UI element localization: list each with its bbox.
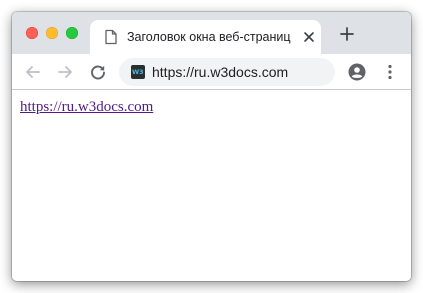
tab-strip: Заголовок окна веб-страниц (12, 12, 411, 54)
page-link[interactable]: https://ru.w3docs.com (20, 98, 153, 116)
site-favicon: W3 (131, 65, 145, 79)
tab-active[interactable]: Заголовок окна веб-страниц (90, 20, 321, 54)
browser-window: Заголовок окна веб-страниц W3 https://ru… (12, 12, 411, 281)
address-bar[interactable]: W3 https://ru.w3docs.com (119, 58, 335, 86)
arrow-right-icon[interactable] (56, 63, 74, 81)
minimize-window-button[interactable] (46, 27, 58, 39)
arrow-left-icon[interactable] (24, 63, 42, 81)
tab-title: Заголовок окна веб-страниц (127, 30, 291, 44)
favicon-text: W3 (132, 68, 144, 76)
close-tab-icon[interactable] (302, 30, 316, 44)
url-text: https://ru.w3docs.com (152, 64, 289, 80)
kebab-menu-icon[interactable] (386, 63, 394, 81)
document-icon (105, 29, 117, 45)
reload-icon[interactable] (89, 63, 107, 81)
toolbar: W3 https://ru.w3docs.com (12, 54, 411, 90)
page-content: https://ru.w3docs.com (12, 90, 411, 281)
new-tab-icon[interactable] (340, 27, 354, 41)
zoom-window-button[interactable] (66, 27, 78, 39)
close-window-button[interactable] (26, 27, 38, 39)
account-icon[interactable] (348, 63, 366, 81)
